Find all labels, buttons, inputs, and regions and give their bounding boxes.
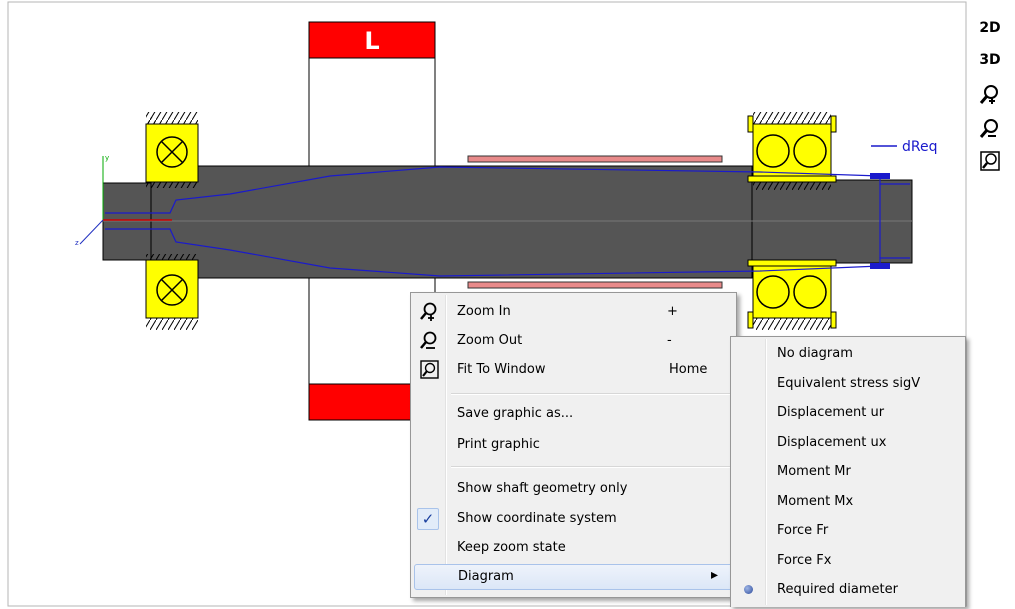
menu-item-keep-zoom-state[interactable]: Keep zoom state <box>413 535 734 561</box>
submenu-arrow-icon: ▸ <box>711 567 719 583</box>
menu-label: Diagram <box>458 569 514 584</box>
toolbar-zoom-in-button[interactable] <box>975 84 1005 106</box>
zoom-in-icon <box>420 302 437 321</box>
legend-label: dReq <box>902 139 938 155</box>
zoom-out-icon <box>979 119 998 138</box>
toolbar-fit-window-button[interactable] <box>975 150 1005 172</box>
menu-item-zoom-out[interactable]: Zoom Out - <box>413 328 734 354</box>
submenu-label: Moment Mx <box>777 493 854 509</box>
view-2d-button[interactable]: 2D <box>975 20 1005 36</box>
submenu-label: Displacement ux <box>777 434 887 450</box>
submenu-item-force-fx[interactable]: Force Fx <box>733 548 963 574</box>
menu-shortcut: + <box>667 304 678 319</box>
submenu-label: Required diameter <box>777 582 898 597</box>
submenu-item-displacement-ur[interactable]: Displacement ur <box>733 400 963 426</box>
submenu-item-force-fr[interactable]: Force Fr <box>733 518 963 544</box>
coord-y-label: y <box>105 154 109 162</box>
submenu-item-required-diameter[interactable]: Required diameter <box>733 577 963 603</box>
submenu-label: Displacement ur <box>777 405 885 420</box>
menu-label: Zoom In <box>457 304 511 319</box>
menu-label: Show shaft geometry only <box>457 481 628 496</box>
diagram-submenu: No diagram Equivalent stress sigV Displace… <box>730 336 966 607</box>
menu-item-diagram[interactable]: Diagram ▸ <box>414 564 733 590</box>
menu-item-fit-to-window[interactable]: Fit To Window Home <box>413 357 734 383</box>
submenu-item-no-diagram[interactable]: No diagram <box>733 341 963 367</box>
load-label: L <box>364 27 379 55</box>
hub-upper <box>467 155 723 163</box>
menu-item-print-graphic[interactable]: Print graphic <box>413 432 734 458</box>
submenu-item-displacement-ux[interactable]: Displacement ux <box>733 430 963 456</box>
submenu-label: Moment Mr <box>777 464 851 479</box>
menu-label: Fit To Window <box>457 362 546 377</box>
menu-label: Keep zoom state <box>457 540 566 555</box>
toolbar-zoom-out-button[interactable] <box>975 118 1005 140</box>
submenu-label: Equivalent stress sigV <box>777 375 921 391</box>
zoom-out-icon <box>420 331 437 349</box>
menu-separator <box>451 466 732 468</box>
menu-shortcut: Home <box>669 362 708 377</box>
menu-item-zoom-in[interactable]: Zoom In + <box>413 299 734 325</box>
submenu-label: Force Fr <box>777 523 829 538</box>
legend: dReq <box>871 139 938 155</box>
coord-z-label: z <box>75 239 79 247</box>
menu-label: Show coordinate system <box>457 511 617 526</box>
radio-selected-icon <box>744 585 753 594</box>
menu-label: Print graphic <box>457 437 540 452</box>
menu-item-show-shaft-geometry[interactable]: Show shaft geometry only <box>413 476 734 502</box>
menu-separator <box>451 393 732 395</box>
menu-label: Save graphic as... <box>457 406 574 421</box>
fit-window-icon <box>420 360 439 379</box>
checkmark-icon: ✓ <box>417 508 439 530</box>
submenu-item-moment-mx[interactable]: Moment Mx <box>733 489 963 515</box>
fit-window-icon <box>980 151 1000 171</box>
submenu-item-moment-mr[interactable]: Moment Mr <box>733 459 963 485</box>
menu-item-show-coordinate-system[interactable]: ✓ Show coordinate system <box>413 506 734 532</box>
menu-label: Zoom Out <box>457 333 523 348</box>
menu-item-save-graphic[interactable]: Save graphic as... <box>413 401 734 427</box>
hub-lower <box>467 281 723 289</box>
menu-shortcut: - <box>667 333 672 348</box>
submenu-label: No diagram <box>777 346 853 361</box>
submenu-label: Force Fx <box>777 552 832 568</box>
zoom-in-icon <box>979 85 998 104</box>
context-menu: Zoom In + Zoom Out - Fit To Window Home … <box>410 292 737 598</box>
submenu-item-equivalent-stress-sigv[interactable]: Equivalent stress sigV <box>733 371 963 397</box>
view-3d-button[interactable]: 3D <box>975 52 1005 68</box>
